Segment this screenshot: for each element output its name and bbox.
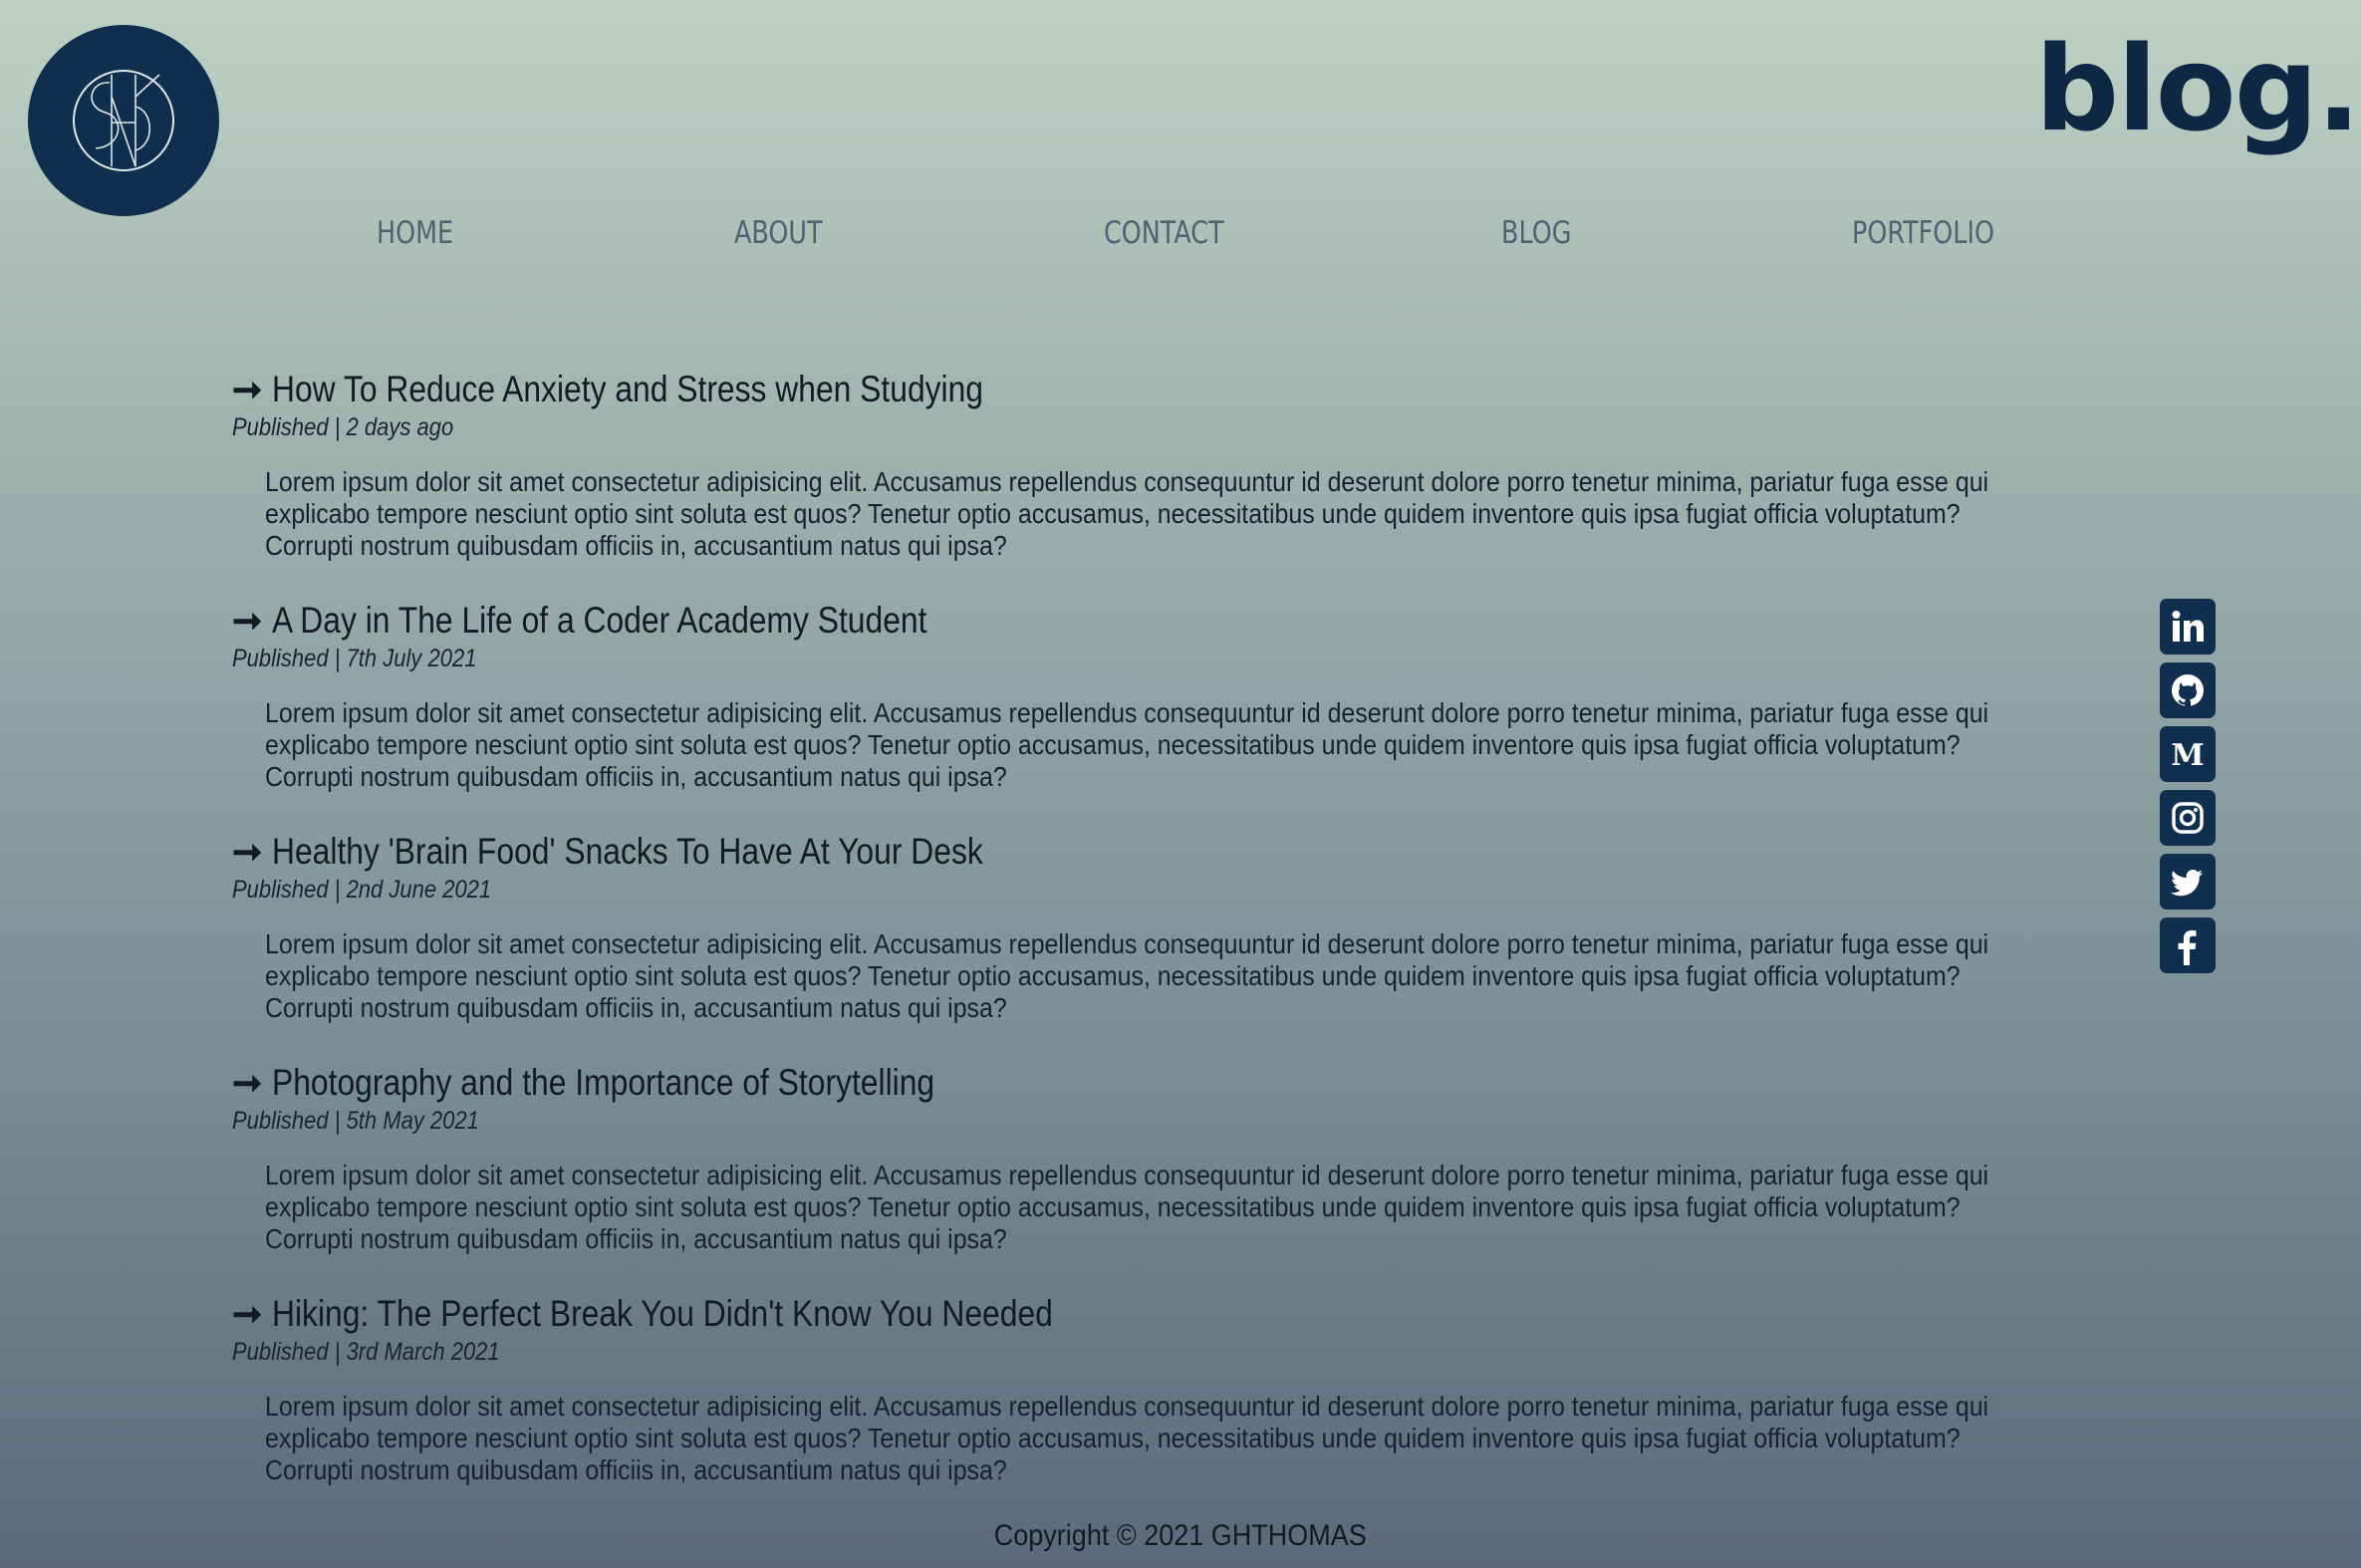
post-date: Published | 2 days ago: [232, 413, 454, 441]
arrow-right-icon: ➞: [232, 1062, 263, 1103]
post-item: ➞ How To Reduce Anxiety and Stress when …: [232, 367, 2055, 598]
svg-text:M: M: [2171, 738, 2204, 773]
post-item: ➞ Healthy 'Brain Food' Snacks To Have At…: [232, 829, 2055, 1060]
post-title-link[interactable]: ➞ Hiking: The Perfect Break You Didn't K…: [232, 1291, 2055, 1337]
post-date: Published | 2nd June 2021: [232, 876, 492, 904]
post-title[interactable]: A Day in The Life of a Coder Academy Stu…: [272, 598, 926, 644]
post-title[interactable]: Photography and the Importance of Storyt…: [272, 1060, 934, 1106]
post-title[interactable]: Healthy 'Brain Food' Snacks To Have At Y…: [272, 829, 983, 875]
nav-home-link[interactable]: HOME: [377, 215, 453, 251]
arrow-right-icon: ➞: [232, 369, 263, 409]
site-title: blog.: [2034, 20, 2361, 157]
nav-blog-link[interactable]: BLOG: [1501, 215, 1571, 251]
post-excerpt: Lorem ipsum dolor sit amet consectetur a…: [265, 928, 1989, 1023]
site-logo[interactable]: [28, 25, 219, 216]
post-title-link[interactable]: ➞ A Day in The Life of a Coder Academy S…: [232, 598, 2055, 644]
post-date: Published | 7th July 2021: [232, 645, 477, 672]
twitter-icon[interactable]: [2160, 854, 2216, 910]
monogram-icon: [73, 70, 174, 171]
post-title-link[interactable]: ➞ How To Reduce Anxiety and Stress when …: [232, 367, 2055, 412]
post-title[interactable]: How To Reduce Anxiety and Stress when St…: [272, 367, 983, 412]
instagram-icon[interactable]: [2160, 790, 2216, 846]
linkedin-icon[interactable]: [2160, 599, 2216, 654]
post-date: Published | 3rd March 2021: [232, 1338, 500, 1366]
post-title[interactable]: Hiking: The Perfect Break You Didn't Kno…: [272, 1291, 1053, 1337]
post-title-link[interactable]: ➞ Photography and the Importance of Stor…: [232, 1060, 2055, 1106]
post-list: ➞ How To Reduce Anxiety and Stress when …: [232, 367, 2055, 1522]
github-icon[interactable]: [2160, 662, 2216, 718]
nav-about-link[interactable]: ABOUT: [734, 215, 823, 251]
post-excerpt: Lorem ipsum dolor sit amet consectetur a…: [265, 1391, 1989, 1485]
post-title-link[interactable]: ➞ Healthy 'Brain Food' Snacks To Have At…: [232, 829, 2055, 875]
facebook-icon[interactable]: [2160, 917, 2216, 973]
arrow-right-icon: ➞: [232, 1293, 263, 1334]
post-excerpt: Lorem ipsum dolor sit amet consectetur a…: [265, 697, 1989, 792]
nav-contact-link[interactable]: CONTACT: [1104, 215, 1224, 251]
post-item: ➞ Hiking: The Perfect Break You Didn't K…: [232, 1291, 2055, 1522]
arrow-right-icon: ➞: [232, 831, 263, 872]
post-item: ➞ A Day in The Life of a Coder Academy S…: [232, 598, 2055, 829]
post-excerpt: Lorem ipsum dolor sit amet consectetur a…: [265, 1160, 1989, 1254]
main-nav: HOME ABOUT CONTACT BLOG PORTFOLIO: [0, 215, 2361, 265]
footer: Copyright © 2021 GHTHOMAS: [0, 1519, 2361, 1553]
copyright-text: Copyright © 2021 GHTHOMAS: [993, 1519, 1368, 1552]
post-item: ➞ Photography and the Importance of Stor…: [232, 1060, 2055, 1291]
social-links: M: [2160, 599, 2216, 981]
post-excerpt: Lorem ipsum dolor sit amet consectetur a…: [265, 466, 1989, 561]
arrow-right-icon: ➞: [232, 600, 263, 641]
post-date: Published | 5th May 2021: [232, 1107, 479, 1135]
nav-portfolio-link[interactable]: PORTFOLIO: [1852, 215, 1994, 251]
medium-icon[interactable]: M: [2160, 726, 2216, 782]
